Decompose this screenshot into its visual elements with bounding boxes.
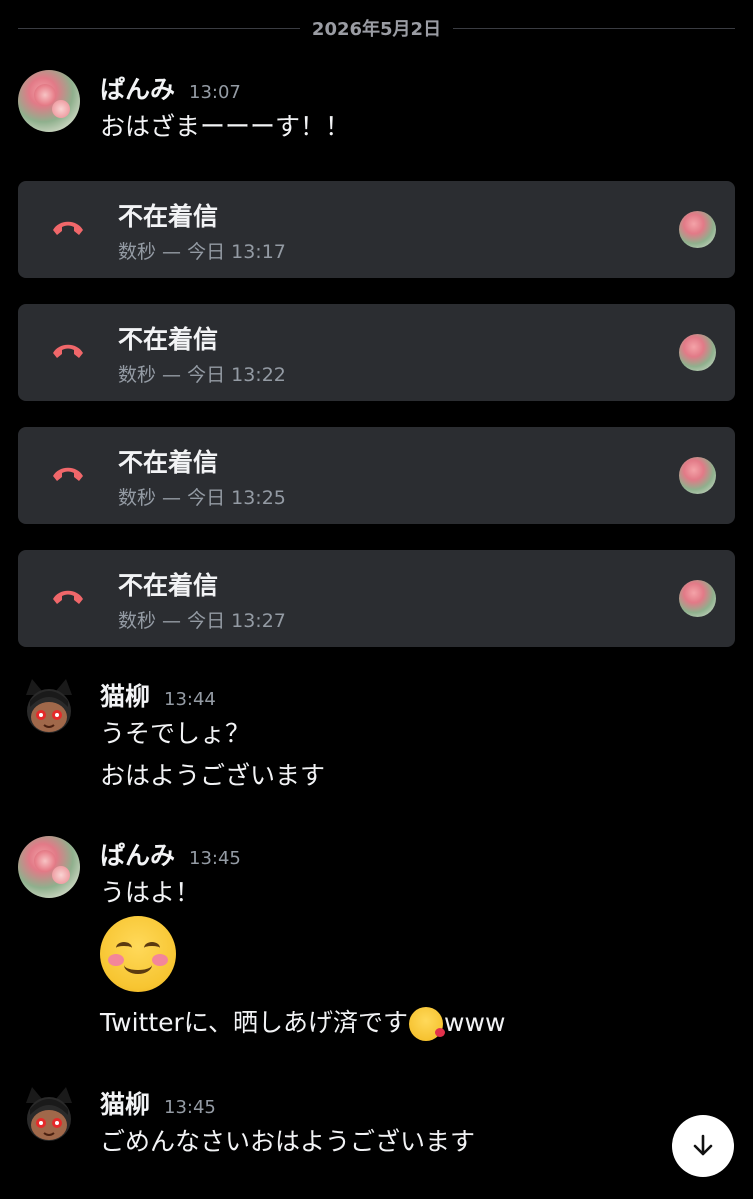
message-body: 猫柳 13:44 うそでしょ？ おはようございます [100,677,735,797]
message-text[interactable]: うそでしょ？ [100,713,735,755]
date-divider: 2026年5月2日 [18,14,735,42]
username[interactable]: 猫柳 [100,677,150,713]
call-subtitle: 数秒 — 今日 13:27 [118,610,286,632]
message-group: ぱんみ 13:07 おはざまーーーす！！ [18,70,735,160]
message-header: 猫柳 13:45 [100,1085,735,1121]
call-subtitle: 数秒 — 今日 13:22 [118,364,286,386]
missed-call-card[interactable]: 不在着信 数秒 — 今日 13:22 [18,304,735,401]
username[interactable]: ぱんみ [100,836,175,872]
message-text-part: www [444,1008,506,1037]
message-header: 猫柳 13:44 [100,677,735,713]
missed-call-card[interactable]: 不在着信 数秒 — 今日 13:27 [18,550,735,647]
message-header: ぱんみ 13:07 [100,70,735,106]
timestamp: 13:07 [189,82,241,103]
phone-hangup-icon [53,221,83,235]
missed-call-card[interactable]: 不在着信 数秒 — 今日 13:17 [18,181,735,278]
caller-avatar [679,580,716,617]
caller-avatar [679,211,716,248]
message-body: ぱんみ 13:07 おはざまーーーす！！ [100,70,735,148]
avatar[interactable] [18,70,80,132]
message-group: 猫柳 13:44 うそでしょ？ おはようございます [18,677,735,807]
phone-hangup-icon [53,590,83,604]
caller-avatar [679,334,716,371]
timestamp: 13:45 [164,1097,216,1118]
username[interactable]: ぱんみ [100,70,175,106]
call-title: 不在着信 [118,202,219,231]
message-text[interactable]: ごめんなさいおはようございます [100,1121,735,1163]
call-title: 不在着信 [118,448,219,477]
message-emoji[interactable] [100,914,735,994]
avatar[interactable] [18,1085,80,1147]
call-title: 不在着信 [118,325,219,354]
call-subtitle: 数秒 — 今日 13:17 [118,241,286,263]
divider-line [453,27,735,29]
message-text-part: Twitterに、晒しあげ済です [100,1008,409,1037]
message-text[interactable]: おはざまーーーす！！ [100,106,735,148]
message-text[interactable]: うはよ！ [100,872,735,914]
divider-line [18,27,300,29]
message-body: ぱんみ 13:45 うはよ！ Twitterに、晒しあげ済です www [100,836,735,1044]
message-text[interactable]: おはようございます [100,755,735,797]
arrow-down-icon [693,1134,713,1156]
missed-call-card[interactable]: 不在着信 数秒 — 今日 13:25 [18,427,735,524]
message-group: 猫柳 13:45 ごめんなさいおはようございます [18,1085,735,1175]
chat-screen: 2026年5月2日 ぱんみ 13:07 おはざまーーーす！！ 不在着信 数秒 —… [0,0,753,1199]
avatar[interactable] [18,836,80,898]
username[interactable]: 猫柳 [100,1085,150,1121]
face-blowing-kiss-emoji [409,1007,446,1041]
timestamp: 13:45 [189,848,241,869]
date-label: 2026年5月2日 [311,19,442,40]
call-title: 不在着信 [118,571,219,600]
smiling-face-emoji [100,916,176,992]
message-text[interactable]: Twitterに、晒しあげ済です www [100,1002,735,1044]
message-body: 猫柳 13:45 ごめんなさいおはようございます [100,1085,735,1163]
phone-hangup-icon [53,344,83,358]
avatar[interactable] [18,677,80,739]
message-header: ぱんみ 13:45 [100,836,735,872]
message-group: ぱんみ 13:45 うはよ！ Twitterに、晒しあげ済です www [18,836,735,1056]
timestamp: 13:44 [164,689,216,710]
caller-avatar [679,457,716,494]
call-subtitle: 数秒 — 今日 13:25 [118,487,286,509]
phone-hangup-icon [53,467,83,481]
scroll-to-bottom-button[interactable] [672,1115,734,1177]
